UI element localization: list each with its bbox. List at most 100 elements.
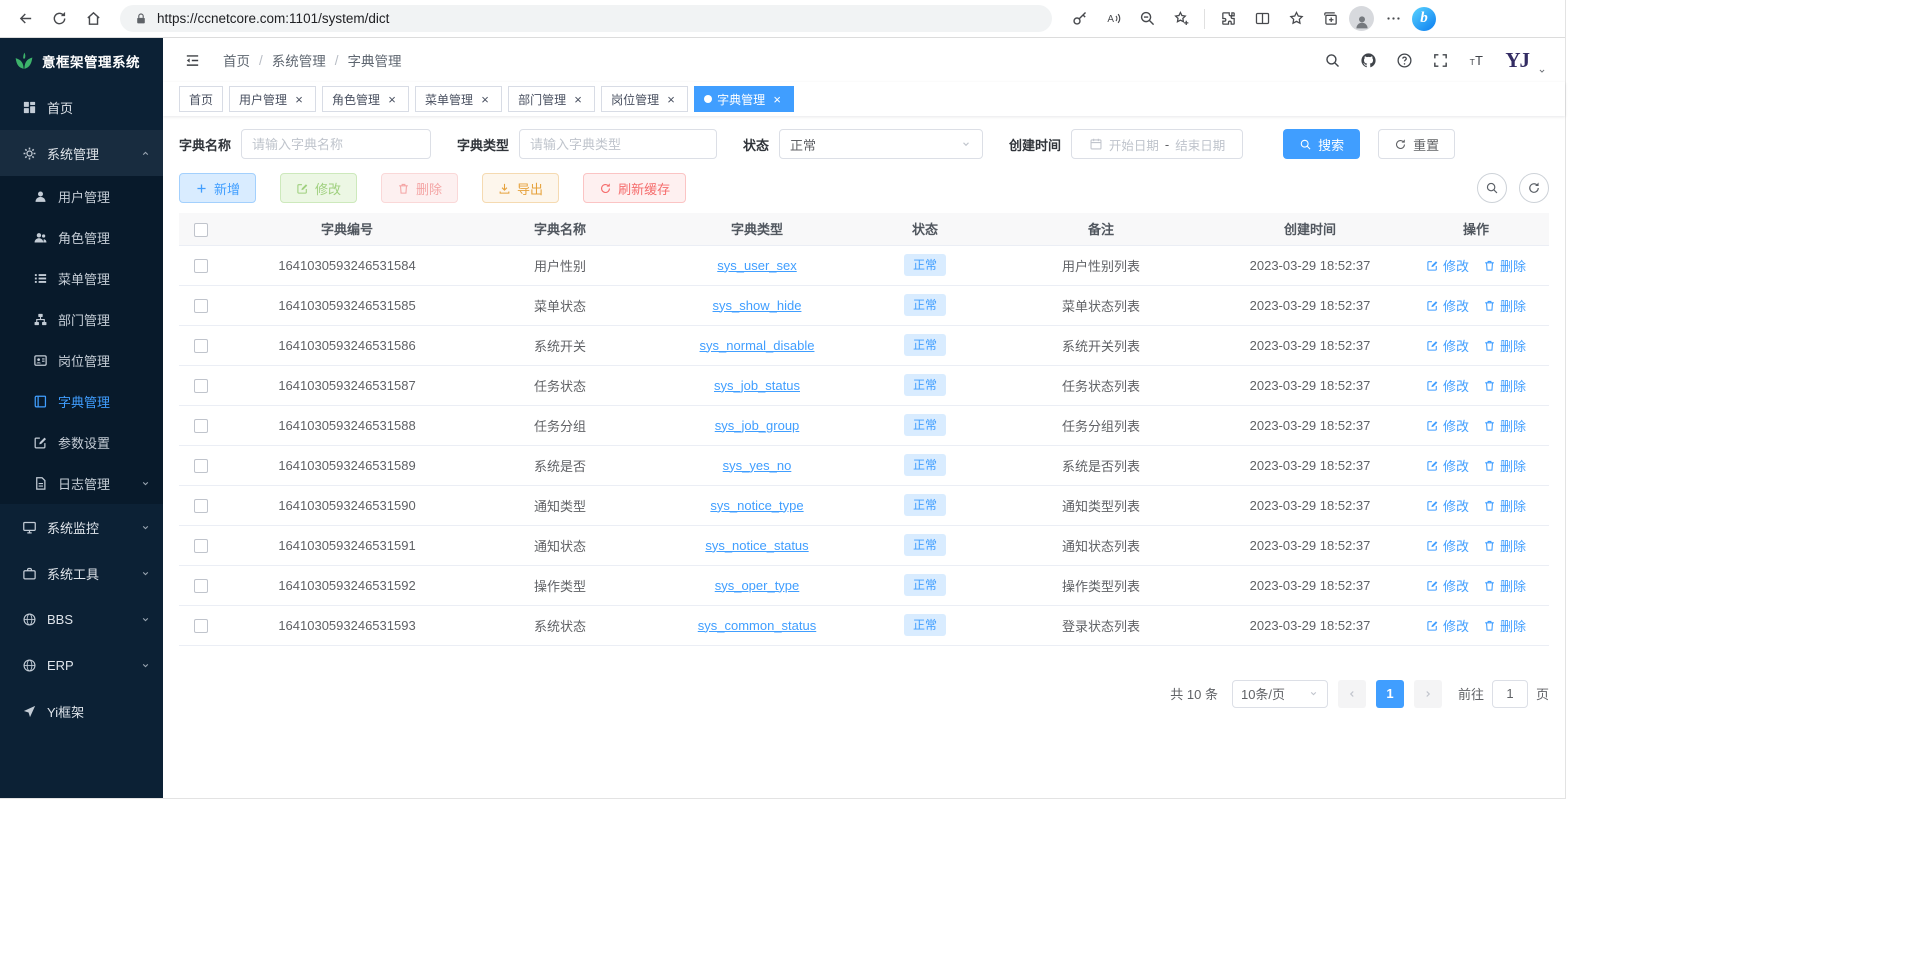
sidebar-item-dict[interactable]: 字典管理 (0, 381, 163, 422)
dict-name-input[interactable] (241, 129, 431, 159)
fullscreen-button[interactable] (1425, 45, 1455, 75)
dict-type-link[interactable]: sys_job_status (714, 378, 800, 393)
export-button[interactable]: 导出 (482, 173, 559, 203)
delete-row-link[interactable]: 删除 (1483, 336, 1526, 355)
row-checkbox[interactable] (194, 299, 208, 313)
user-brand-logo[interactable]: YJ (1505, 48, 1529, 73)
edit-row-link[interactable]: 修改 (1426, 576, 1469, 595)
delete-row-link[interactable]: 删除 (1483, 536, 1526, 555)
row-checkbox[interactable] (194, 339, 208, 353)
dict-type-link[interactable]: sys_job_group (715, 418, 800, 433)
tab-close-icon[interactable]: × (292, 92, 306, 106)
edit-row-link[interactable]: 修改 (1426, 536, 1469, 555)
tab[interactable]: 部门管理× (508, 86, 595, 112)
tab[interactable]: 岗位管理× (601, 86, 688, 112)
edit-row-link[interactable]: 修改 (1426, 336, 1469, 355)
github-link[interactable] (1353, 45, 1383, 75)
delete-row-link[interactable]: 删除 (1483, 456, 1526, 475)
dict-type-link[interactable]: sys_oper_type (715, 578, 800, 593)
sidebar-item-role[interactable]: 角色管理 (0, 217, 163, 258)
row-checkbox[interactable] (194, 579, 208, 593)
back-button[interactable] (10, 4, 40, 34)
tab-close-icon[interactable]: × (385, 92, 399, 106)
extensions-button[interactable] (1213, 4, 1243, 34)
collapse-sidebar-button[interactable] (177, 45, 207, 75)
sidebar-item-tools[interactable]: 系统工具 (0, 550, 163, 596)
sidebar-item-erp[interactable]: ERP (0, 642, 163, 688)
edit-row-link[interactable]: 修改 (1426, 296, 1469, 315)
header-search-button[interactable] (1317, 45, 1347, 75)
favorites-button[interactable] (1281, 4, 1311, 34)
date-range-picker[interactable]: 开始日期 - 结束日期 (1071, 129, 1243, 159)
row-checkbox[interactable] (194, 619, 208, 633)
tab-close-icon[interactable]: × (571, 92, 585, 106)
edit-row-link[interactable]: 修改 (1426, 456, 1469, 475)
breadcrumb-item[interactable]: 系统管理 (272, 50, 326, 70)
edit-row-link[interactable]: 修改 (1426, 256, 1469, 275)
tab[interactable]: 字典管理× (694, 86, 794, 112)
breadcrumb-item[interactable]: 首页 (223, 50, 250, 70)
toggle-search-button[interactable] (1477, 173, 1507, 203)
delete-row-link[interactable]: 删除 (1483, 256, 1526, 275)
dict-type-link[interactable]: sys_notice_type (710, 498, 803, 513)
tab-close-icon[interactable]: × (478, 92, 492, 106)
profile-avatar[interactable] (1349, 6, 1374, 31)
goto-page-input[interactable] (1492, 680, 1528, 708)
tab[interactable]: 用户管理× (229, 86, 316, 112)
chevron-down-icon[interactable] (1537, 66, 1547, 76)
delete-row-link[interactable]: 删除 (1483, 416, 1526, 435)
refresh-button[interactable] (44, 4, 74, 34)
help-button[interactable] (1389, 45, 1419, 75)
sidebar-item-log[interactable]: 日志管理 (0, 463, 163, 504)
read-aloud-button[interactable] (1098, 4, 1128, 34)
sidebar-item-config[interactable]: 参数设置 (0, 422, 163, 463)
dict-type-link[interactable]: sys_yes_no (723, 458, 792, 473)
select-all-checkbox[interactable] (194, 223, 208, 237)
search-button[interactable]: 搜索 (1283, 129, 1360, 159)
tab-close-icon[interactable]: × (770, 92, 784, 106)
dict-type-link[interactable]: sys_notice_status (705, 538, 808, 553)
sidebar-item-monitor[interactable]: 系统监控 (0, 504, 163, 550)
sidebar-item-system[interactable]: 系统管理 (0, 130, 163, 176)
collections-button[interactable] (1315, 4, 1345, 34)
sidebar-item-yi[interactable]: Yi框架 (0, 688, 163, 734)
zoom-button[interactable] (1132, 4, 1162, 34)
split-screen-button[interactable] (1247, 4, 1277, 34)
refresh-table-button[interactable] (1519, 173, 1549, 203)
delete-row-link[interactable]: 删除 (1483, 376, 1526, 395)
sidebar-item-bbs[interactable]: BBS (0, 596, 163, 642)
delete-row-link[interactable]: 删除 (1483, 576, 1526, 595)
home-button[interactable] (78, 4, 108, 34)
status-select[interactable]: 正常 (779, 129, 983, 159)
edit-row-link[interactable]: 修改 (1426, 616, 1469, 635)
sidebar-item-dept[interactable]: 部门管理 (0, 299, 163, 340)
dict-type-link[interactable]: sys_common_status (698, 618, 817, 633)
current-page-button[interactable]: 1 (1376, 680, 1404, 708)
dict-type-input[interactable] (519, 129, 717, 159)
tab-close-icon[interactable]: × (664, 92, 678, 106)
sidebar-item-user[interactable]: 用户管理 (0, 176, 163, 217)
row-checkbox[interactable] (194, 459, 208, 473)
sidebar-item-menu[interactable]: 菜单管理 (0, 258, 163, 299)
page-size-select[interactable]: 10条/页 (1232, 680, 1328, 708)
delete-button[interactable]: 删除 (381, 173, 458, 203)
reset-button[interactable]: 重置 (1378, 129, 1455, 159)
dict-type-link[interactable]: sys_user_sex (717, 258, 796, 273)
tab[interactable]: 角色管理× (322, 86, 409, 112)
row-checkbox[interactable] (194, 379, 208, 393)
tab[interactable]: 菜单管理× (415, 86, 502, 112)
edit-row-link[interactable]: 修改 (1426, 376, 1469, 395)
password-key-button[interactable] (1064, 4, 1094, 34)
bing-chat-button[interactable]: b (1412, 7, 1436, 31)
row-checkbox[interactable] (194, 499, 208, 513)
address-bar[interactable]: https://ccnetcore.com:1101/system/dict (120, 5, 1052, 32)
font-size-button[interactable] (1461, 45, 1491, 75)
delete-row-link[interactable]: 删除 (1483, 296, 1526, 315)
next-page-button[interactable] (1414, 680, 1442, 708)
sidebar-item-post[interactable]: 岗位管理 (0, 340, 163, 381)
delete-row-link[interactable]: 删除 (1483, 616, 1526, 635)
edit-row-link[interactable]: 修改 (1426, 496, 1469, 515)
more-menu-button[interactable] (1378, 4, 1408, 34)
delete-row-link[interactable]: 删除 (1483, 496, 1526, 515)
sidebar-item-home[interactable]: 首页 (0, 84, 163, 130)
